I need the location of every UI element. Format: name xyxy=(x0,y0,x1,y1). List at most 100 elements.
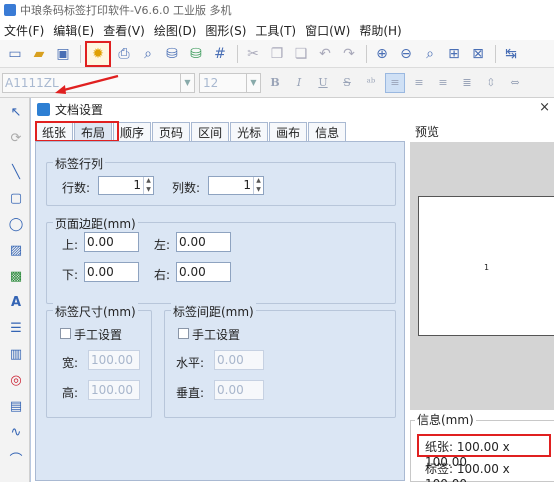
strikethrough-icon[interactable]: S xyxy=(337,73,357,93)
zoom-in-icon[interactable]: ⊕ xyxy=(371,43,393,65)
gap-vertical-label: 垂直: xyxy=(176,386,205,400)
zoom-out-icon[interactable]: ⊖ xyxy=(395,43,417,65)
grid-icon[interactable]: # xyxy=(209,43,231,65)
margin-bottom-input[interactable]: 0.00 xyxy=(84,262,139,282)
underline-icon[interactable]: U xyxy=(313,73,333,93)
database-icon[interactable]: ⛁ xyxy=(161,43,183,65)
copy-icon[interactable]: ❐ xyxy=(266,43,288,65)
margin-top-input[interactable]: 0.00 xyxy=(84,232,139,252)
redo-icon[interactable]: ↷ xyxy=(338,43,360,65)
margin-left-label: 左: xyxy=(154,238,171,252)
zoom-fit-icon[interactable]: ⊞ xyxy=(443,43,465,65)
undo-icon[interactable]: ↶ xyxy=(314,43,336,65)
new-document-icon[interactable]: ▭ xyxy=(4,43,26,65)
label-size-legend: 标签尺寸(mm) xyxy=(53,303,138,320)
tab-cursor[interactable]: 光标 xyxy=(230,122,269,141)
save-disk-icon[interactable]: ▣ xyxy=(52,43,74,65)
barcode-tool-icon[interactable]: ▥ xyxy=(6,344,26,364)
line-spacing-icon[interactable]: ⇳ xyxy=(481,73,501,93)
toolbar-divider xyxy=(495,44,496,63)
title-bar: 中琅条码标签打印软件-V6.6.0 工业版 多机 xyxy=(0,0,554,20)
select-pointer-icon[interactable]: ↖ xyxy=(6,102,26,122)
stepper-arrows[interactable]: ▲ ▼ xyxy=(143,177,153,194)
preview-label: 预览 xyxy=(415,125,440,139)
menu-tools[interactable]: 工具(T) xyxy=(255,22,296,39)
tab-page-number[interactable]: 页码 xyxy=(152,122,191,141)
gap-horizontal-input[interactable]: 0.00 xyxy=(214,350,264,370)
qrcode-tool-icon[interactable]: ◎ xyxy=(6,370,26,390)
stepper-arrows[interactable]: ▲ ▼ xyxy=(253,177,263,194)
tab-info[interactable]: 信息 xyxy=(308,122,347,141)
menu-draw[interactable]: 绘图(D) xyxy=(154,22,197,39)
margins-legend: 页面边距(mm) xyxy=(53,215,138,232)
rows-stepper[interactable]: 1 ▲ ▼ xyxy=(98,176,154,195)
size-manual-checkbox[interactable] xyxy=(60,328,71,339)
tab-range[interactable]: 区间 xyxy=(191,122,230,141)
margin-right-label: 右: xyxy=(154,268,171,282)
print-preview-icon[interactable]: ⌕ xyxy=(137,43,159,65)
close-icon[interactable]: × xyxy=(539,100,550,115)
bold-icon[interactable]: B xyxy=(265,73,285,93)
preview-page-number: 1 xyxy=(484,263,490,272)
spin-up-icon[interactable]: ▲ xyxy=(144,177,153,186)
cut-icon[interactable]: ✂ xyxy=(242,43,264,65)
window-title: 中琅条码标签打印软件-V6.6.0 工业版 多机 xyxy=(20,4,232,17)
open-folder-icon[interactable]: ▰ xyxy=(28,43,50,65)
align-left-icon[interactable]: ≡ xyxy=(385,72,405,93)
table-tool-icon[interactable]: ▤ xyxy=(6,396,26,416)
cols-value: 1 xyxy=(243,178,251,192)
menu-window[interactable]: 窗口(W) xyxy=(305,22,350,39)
dialog-title-bar: 文档设置 xyxy=(31,98,554,120)
font-effects-icon[interactable]: ᵃᵇ xyxy=(361,73,381,93)
print-icon[interactable]: ⎙ xyxy=(113,43,135,65)
image-tool-icon[interactable]: ▨ xyxy=(6,240,26,260)
width-input[interactable]: 100.00 xyxy=(88,350,140,370)
tab-canvas[interactable]: 画布 xyxy=(269,122,308,141)
align-center-icon[interactable]: ≡ xyxy=(409,73,429,93)
spin-up-icon[interactable]: ▲ xyxy=(254,177,263,186)
height-input[interactable]: 100.00 xyxy=(88,380,140,400)
chevron-down-icon[interactable]: ▼ xyxy=(180,73,194,92)
extra-tool-icon[interactable]: ↹ xyxy=(500,43,522,65)
menu-edit[interactable]: 编辑(E) xyxy=(53,22,94,39)
align-right-icon[interactable]: ≡ xyxy=(433,73,453,93)
font-size-select[interactable]: 12 ▼ xyxy=(199,72,261,93)
gap-vertical-input[interactable]: 0.00 xyxy=(214,380,264,400)
paste-icon[interactable]: ❏ xyxy=(290,43,312,65)
rich-text-tool-icon[interactable]: ☰ xyxy=(6,318,26,338)
preview-paper: 1 xyxy=(418,196,554,336)
text-tool-icon[interactable]: A xyxy=(6,292,26,312)
label-gap-legend: 标签间距(mm) xyxy=(171,303,256,320)
ellipse-tool-icon[interactable]: ◯ xyxy=(6,214,26,234)
database-settings-icon[interactable]: ⛁ xyxy=(185,43,207,65)
curve-tool-icon[interactable]: ∿ xyxy=(6,422,26,442)
cols-stepper[interactable]: 1 ▲ ▼ xyxy=(208,176,264,195)
layout-tab-panel: 标签行列 行数: 1 ▲ ▼ 列数: 1 ▲ ▼ 页面边距(mm) 上: 0.00 … xyxy=(35,141,405,481)
margin-right-input[interactable]: 0.00 xyxy=(176,262,231,282)
spin-down-icon[interactable]: ▼ xyxy=(144,186,153,195)
menu-help[interactable]: 帮助(H) xyxy=(359,22,401,39)
spin-down-icon[interactable]: ▼ xyxy=(254,186,263,195)
document-settings-gear-icon[interactable]: ✹ xyxy=(85,40,111,67)
line-tool-icon[interactable]: ╲ xyxy=(6,162,26,182)
size-manual-label: 手工设置 xyxy=(74,328,123,342)
zoom-icon[interactable]: ⌕ xyxy=(419,43,441,65)
app-logo-icon xyxy=(4,4,16,16)
menu-file[interactable]: 文件(F) xyxy=(4,22,44,39)
rows-value: 1 xyxy=(133,178,141,192)
gap-manual-label: 手工设置 xyxy=(192,328,241,342)
rotate-tool-icon[interactable]: ⟳ xyxy=(6,128,26,148)
chevron-down-icon[interactable]: ▼ xyxy=(246,73,260,92)
picture-tool-icon[interactable]: ▩ xyxy=(6,266,26,286)
zoom-page-icon[interactable]: ⊠ xyxy=(467,43,489,65)
arc-tool-icon[interactable]: ⌒ xyxy=(6,448,26,468)
margin-left-input[interactable]: 0.00 xyxy=(176,232,231,252)
menu-shape[interactable]: 图形(S) xyxy=(205,22,246,39)
gap-manual-checkbox[interactable] xyxy=(178,328,189,339)
rectangle-tool-icon[interactable]: ▢ xyxy=(6,188,26,208)
italic-icon[interactable]: I xyxy=(289,73,309,93)
align-justify-icon[interactable]: ≣ xyxy=(457,73,477,93)
char-spacing-icon[interactable]: ⇔ xyxy=(505,73,525,93)
annotation-highlight-box xyxy=(35,121,119,142)
menu-view[interactable]: 查看(V) xyxy=(103,22,145,39)
